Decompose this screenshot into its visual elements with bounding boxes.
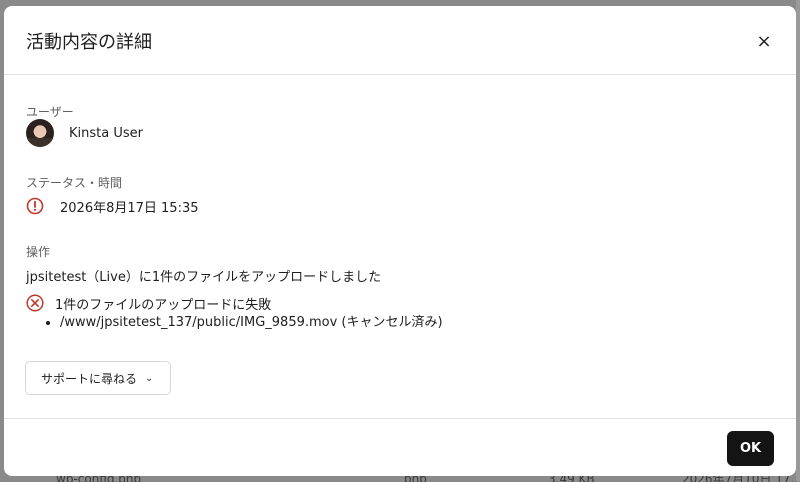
user-name: Kinsta User [69,125,143,141]
user-row: Kinsta User [26,119,143,147]
user-section-label: ユーザー [26,105,74,119]
close-icon: × [756,30,772,52]
failure-summary: 1件のファイルのアップロードに失敗 [55,297,272,313]
alert-circle-icon [26,197,44,215]
action-section-label: 操作 [26,245,51,259]
activity-detail-dialog: 活動内容の詳細 × ユーザー Kinsta User ステータス・時間 2026… [4,6,796,476]
background-scroll-edge [796,0,800,482]
dialog-header: 活動内容の詳細 × [4,6,796,75]
ok-button[interactable]: OK [727,431,774,466]
status-timestamp: 2026年8月17日 15:35 [60,200,199,216]
dialog-footer: OK [4,418,796,476]
failed-files-list: /www/jpsitetest_137/public/IMG_9859.mov … [40,315,443,331]
action-description: jpsitetest（Live）に1件のファイルをアップロードしました [26,270,382,285]
ask-support-label: サポートに尋ねる [41,371,138,386]
dialog-body: ユーザー Kinsta User ステータス・時間 2026年8月17日 15:… [4,75,796,418]
x-circle-icon [26,294,44,312]
failure-row: 1件のファイルのアップロードに失敗 [26,293,271,313]
close-button[interactable]: × [753,30,775,52]
status-row: 2026年8月17日 15:35 [26,195,199,217]
dialog-title: 活動内容の詳細 [26,32,152,53]
status-section-label: ステータス・時間 [26,176,123,190]
chevron-down-icon: ⌄ [145,372,154,384]
list-item: /www/jpsitetest_137/public/IMG_9859.mov … [60,315,443,331]
ask-support-button[interactable]: サポートに尋ねる ⌄ [25,361,171,395]
avatar [26,119,54,147]
